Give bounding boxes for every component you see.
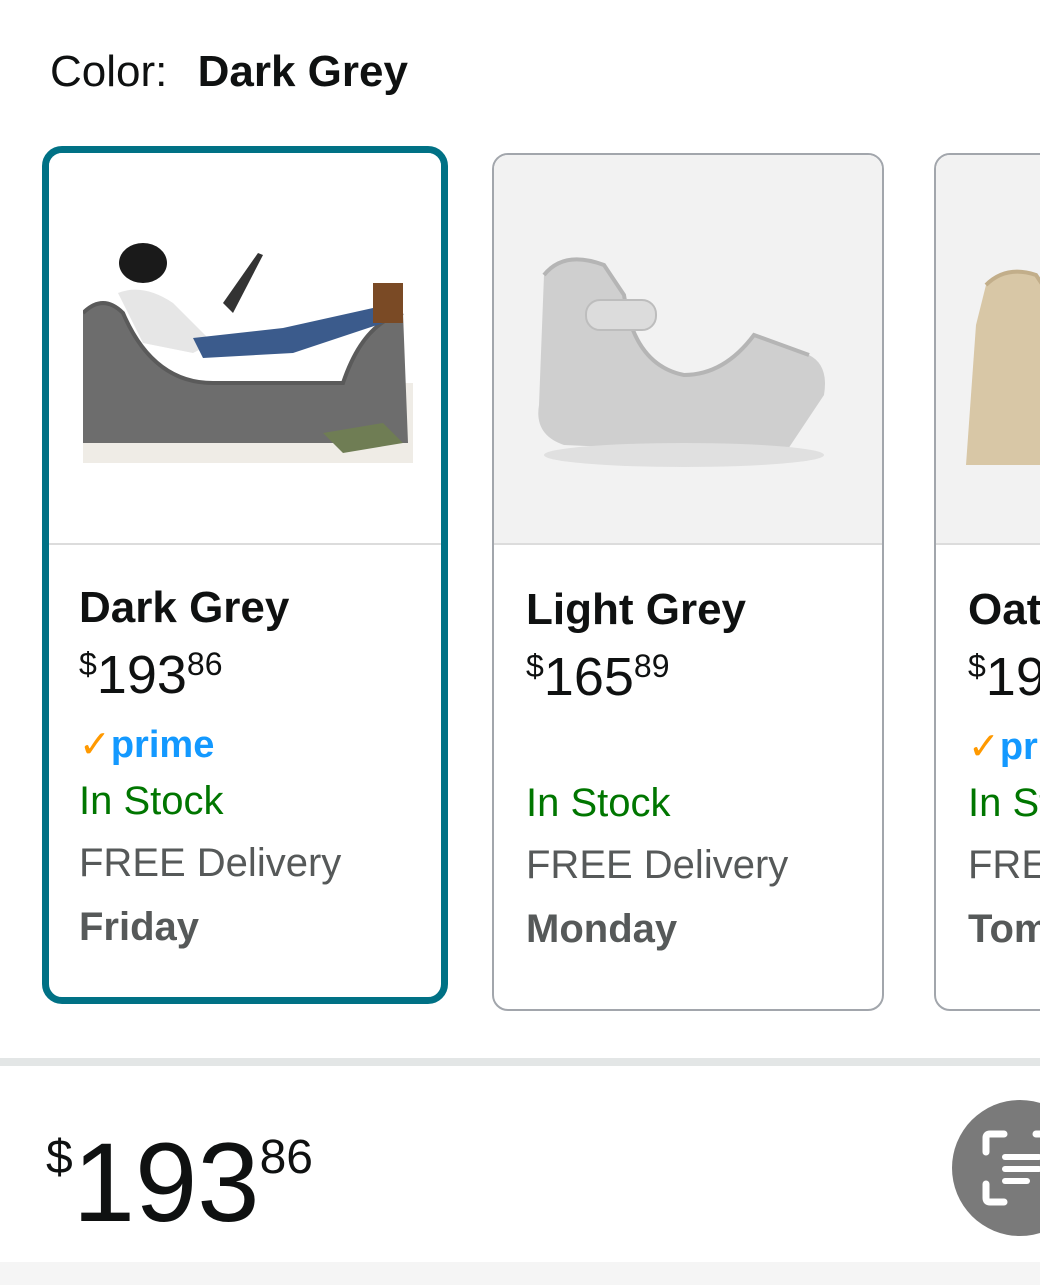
delivery-label: FREE Delivery [526, 843, 789, 887]
color-options-carousel[interactable]: Dark Grey $19386 ✓prime In Stock FREE De… [0, 146, 1040, 1026]
option-price: $19386 [79, 645, 441, 705]
prime-badge: ✓prime [79, 719, 441, 771]
lounge-chair-dark-grey-image [83, 243, 413, 463]
option-details: Oat $19 ✓pri In St FREE Tom [968, 583, 1040, 961]
color-option-light-grey[interactable]: Light Grey $16589 In Stock FREE Delivery… [492, 153, 884, 1011]
product-image-dark-grey [49, 153, 441, 545]
product-image-light-grey [494, 155, 882, 545]
checkmark-icon: ✓ [968, 726, 1000, 768]
delivery-label: FREE Delivery [79, 841, 342, 885]
checkmark-icon: ✓ [79, 724, 111, 766]
prime-label: pri [999, 726, 1040, 768]
color-label: Color: [50, 47, 168, 96]
price-symbol: $ [526, 648, 544, 684]
lounge-chair-light-grey-image [538, 257, 825, 467]
price-fraction: 89 [633, 648, 670, 684]
delivery-day: Tom [968, 907, 1040, 951]
delivery-day: Monday [526, 907, 678, 951]
price-whole: 165 [543, 647, 634, 707]
price-symbol: $ [46, 1131, 73, 1184]
current-price: $19386 [46, 1127, 313, 1239]
selected-color-value: Dark Grey [197, 47, 408, 96]
delivery-label: FREE [968, 843, 1040, 887]
text-scan-button[interactable] [952, 1100, 1040, 1236]
price-whole: 19 [985, 647, 1040, 707]
stock-status: In Stock [79, 779, 224, 823]
price-symbol: $ [968, 648, 986, 684]
stock-status: In St [968, 781, 1040, 825]
color-option-oat[interactable]: Oat $19 ✓pri In St FREE Tom [934, 153, 1040, 1011]
bottom-edge [0, 1262, 1040, 1285]
option-details: Light Grey $16589 In Stock FREE Delivery… [526, 583, 882, 961]
price-fraction: 86 [186, 646, 223, 682]
price-symbol: $ [79, 646, 97, 682]
prime-badge-empty [526, 721, 882, 773]
prime-badge: ✓pri [968, 721, 1040, 773]
delivery-day: Friday [79, 905, 200, 949]
prime-label: prime [110, 724, 215, 766]
stock-status: In Stock [526, 781, 671, 825]
option-details: Dark Grey $19386 ✓prime In Stock FREE De… [79, 581, 441, 959]
option-price: $19 [968, 647, 1040, 707]
price-whole: 193 [72, 1120, 260, 1245]
price-whole: 193 [96, 645, 187, 705]
text-scan-icon [982, 1130, 1040, 1206]
option-name: Dark Grey [79, 583, 290, 632]
color-option-dark-grey[interactable]: Dark Grey $19386 ✓prime In Stock FREE De… [42, 146, 448, 1004]
option-name: Oat [968, 585, 1040, 634]
price-fraction: 86 [259, 1131, 313, 1184]
option-price: $16589 [526, 647, 882, 707]
section-divider [0, 1058, 1040, 1066]
color-selector-header: Color: Dark Grey [50, 42, 408, 102]
option-name: Light Grey [526, 585, 747, 634]
lounge-chair-oat-image [966, 269, 1040, 465]
product-image-oat [936, 155, 1040, 545]
